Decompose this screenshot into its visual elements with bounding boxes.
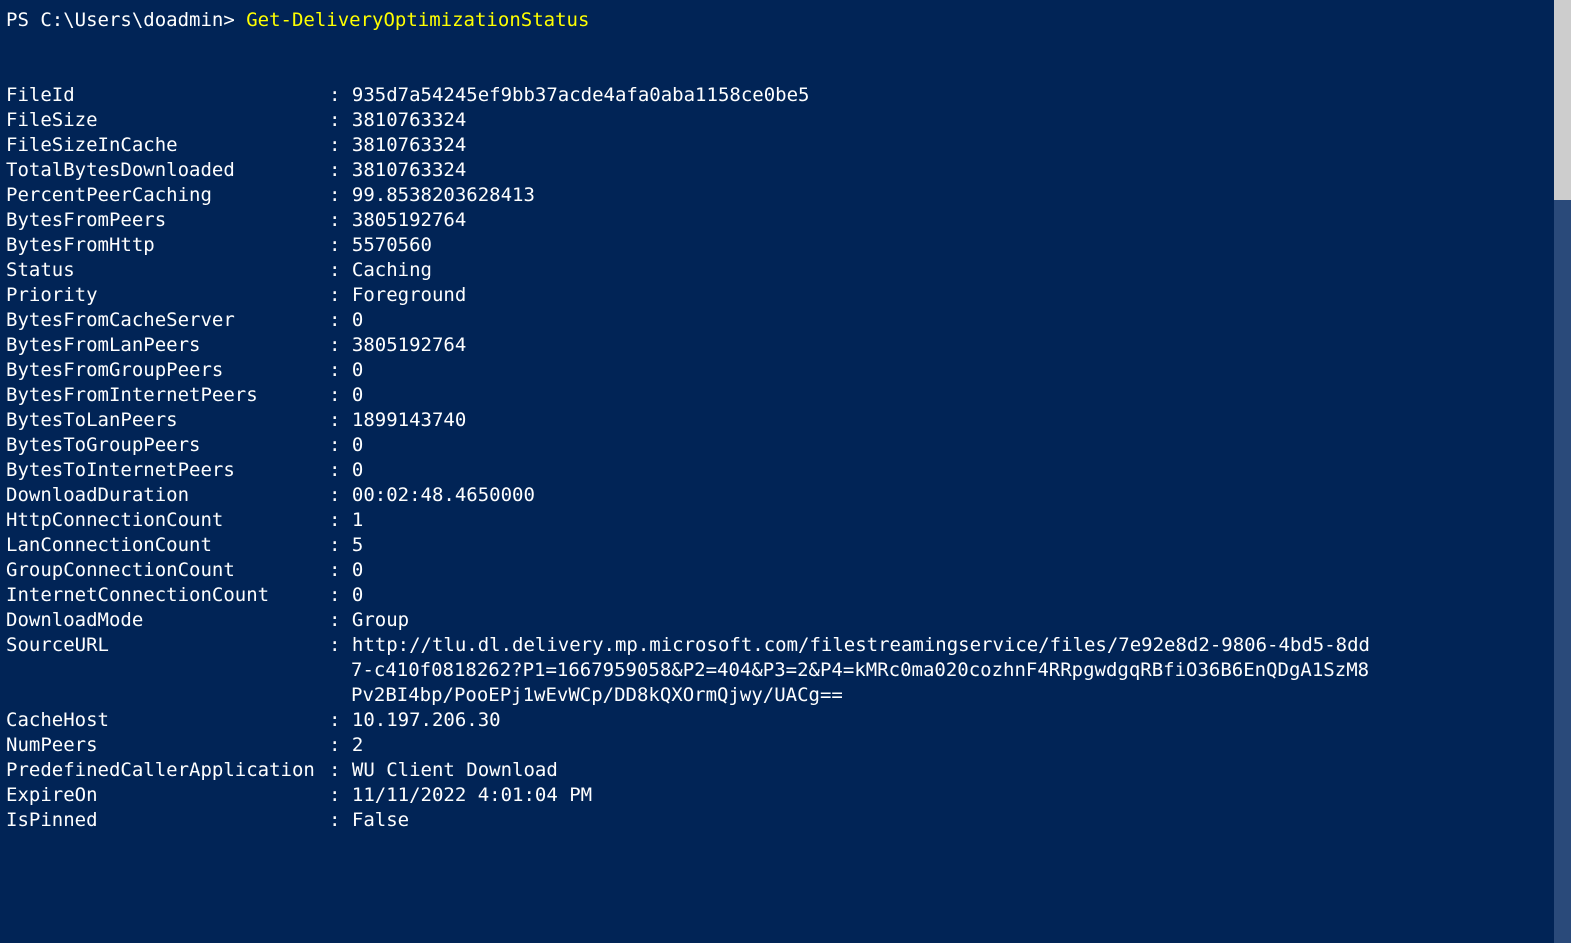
prop-value: 2	[352, 733, 363, 758]
prop-value: 3805192764	[352, 333, 466, 358]
prop-value: 0	[352, 358, 363, 383]
prop-row: BytesFromHttp: 5570560	[6, 233, 1565, 258]
prop-row: BytesToLanPeers: 1899143740	[6, 408, 1565, 433]
prop-row: FileId: 935d7a54245ef9bb37acde4afa0aba11…	[6, 83, 1565, 108]
prompt-command: Get-DeliveryOptimizationStatus	[246, 9, 589, 31]
prop-key: Priority	[6, 283, 329, 308]
prop-row: SourceURL: http://tlu.dl.delivery.mp.mic…	[6, 633, 1565, 658]
prop-row: BytesFromGroupPeers: 0	[6, 358, 1565, 383]
prop-row: PercentPeerCaching: 99.8538203628413	[6, 183, 1565, 208]
prop-key: Status	[6, 258, 329, 283]
prop-key: NumPeers	[6, 733, 329, 758]
prop-key: FileId	[6, 83, 329, 108]
prop-key: TotalBytesDownloaded	[6, 158, 329, 183]
prop-value: 5	[352, 533, 363, 558]
prop-key: IsPinned	[6, 808, 329, 833]
prop-value: 0	[352, 583, 363, 608]
prop-value: http://tlu.dl.delivery.mp.microsoft.com/…	[352, 633, 1370, 658]
prop-value: 935d7a54245ef9bb37acde4afa0aba1158ce0be5	[352, 83, 810, 108]
prop-row: ExpireOn: 11/11/2022 4:01:04 PM	[6, 783, 1565, 808]
prop-row: PredefinedCallerApplication: WU Client D…	[6, 758, 1565, 783]
prop-row: IsPinned: False	[6, 808, 1565, 833]
prop-value: 5570560	[352, 233, 432, 258]
scrollbar-thumb[interactable]	[1554, 0, 1571, 200]
prop-key: ExpireOn	[6, 783, 329, 808]
prop-key: BytesFromHttp	[6, 233, 329, 258]
prop-value: 0	[352, 383, 363, 408]
prop-key: BytesFromLanPeers	[6, 333, 329, 358]
prop-key: BytesFromGroupPeers	[6, 358, 329, 383]
prop-row: LanConnectionCount: 5	[6, 533, 1565, 558]
prop-value: Group	[352, 608, 409, 633]
prop-value: 3810763324	[352, 133, 466, 158]
prop-key: BytesToGroupPeers	[6, 433, 329, 458]
prop-row: Priority: Foreground	[6, 283, 1565, 308]
prop-value: 1899143740	[352, 408, 466, 433]
prop-value: 10.197.206.30	[352, 708, 501, 733]
prop-value: 99.8538203628413	[352, 183, 535, 208]
prop-row: BytesToGroupPeers: 0	[6, 433, 1565, 458]
prop-value: Foreground	[352, 283, 466, 308]
prop-key: PredefinedCallerApplication	[6, 758, 329, 783]
prop-row: Status: Caching	[6, 258, 1565, 283]
prop-value: Caching	[352, 258, 432, 283]
prop-key: DownloadDuration	[6, 483, 329, 508]
prop-value-continuation: 7-c410f0818262?P1=1667959058&P2=404&P3=2…	[6, 658, 1565, 683]
prompt-line[interactable]: PS C:\Users\doadmin> Get-DeliveryOptimiz…	[6, 8, 1565, 33]
prop-row: DownloadDuration: 00:02:48.4650000	[6, 483, 1565, 508]
prop-row: BytesFromCacheServer: 0	[6, 308, 1565, 333]
prop-key: DownloadMode	[6, 608, 329, 633]
prop-row: HttpConnectionCount: 1	[6, 508, 1565, 533]
prop-row: TotalBytesDownloaded: 3810763324	[6, 158, 1565, 183]
prop-value: 3805192764	[352, 208, 466, 233]
prop-key: PercentPeerCaching	[6, 183, 329, 208]
prop-row: BytesFromLanPeers: 3805192764	[6, 333, 1565, 358]
prompt-prefix: PS C:\Users\doadmin>	[6, 9, 246, 31]
prop-key: SourceURL	[6, 633, 329, 658]
prop-value: 3810763324	[352, 158, 466, 183]
prop-key: BytesFromPeers	[6, 208, 329, 233]
prop-row: CacheHost: 10.197.206.30	[6, 708, 1565, 733]
prop-row: FileSize: 3810763324	[6, 108, 1565, 133]
prop-row: BytesToInternetPeers: 0	[6, 458, 1565, 483]
prop-value: 0	[352, 558, 363, 583]
prop-key: FileSize	[6, 108, 329, 133]
prop-key: GroupConnectionCount	[6, 558, 329, 583]
prop-key: InternetConnectionCount	[6, 583, 329, 608]
prop-value: WU Client Download	[352, 758, 558, 783]
prop-value: 1	[352, 508, 363, 533]
prop-key: BytesFromInternetPeers	[6, 383, 329, 408]
prop-value: 0	[352, 458, 363, 483]
prop-value: 0	[352, 433, 363, 458]
prop-row: BytesFromPeers: 3805192764	[6, 208, 1565, 233]
prop-value: False	[352, 808, 409, 833]
command-output: FileId: 935d7a54245ef9bb37acde4afa0aba11…	[6, 83, 1565, 833]
prop-value: 3810763324	[352, 108, 466, 133]
prop-key: CacheHost	[6, 708, 329, 733]
prop-key: BytesToInternetPeers	[6, 458, 329, 483]
prop-row: GroupConnectionCount: 0	[6, 558, 1565, 583]
prop-value-continuation: Pv2BI4bp/PooEPj1wEvWCp/DD8kQXOrmQjwy/UAC…	[6, 683, 1565, 708]
prop-key: LanConnectionCount	[6, 533, 329, 558]
prop-row: NumPeers: 2	[6, 733, 1565, 758]
prop-key: FileSizeInCache	[6, 133, 329, 158]
prop-row: BytesFromInternetPeers: 0	[6, 383, 1565, 408]
prop-value: 0	[352, 308, 363, 333]
prop-key: BytesFromCacheServer	[6, 308, 329, 333]
prop-value: 11/11/2022 4:01:04 PM	[352, 783, 592, 808]
prop-key: HttpConnectionCount	[6, 508, 329, 533]
prop-row: FileSizeInCache: 3810763324	[6, 133, 1565, 158]
prop-value: 00:02:48.4650000	[352, 483, 535, 508]
prop-row: DownloadMode: Group	[6, 608, 1565, 633]
prop-row: InternetConnectionCount: 0	[6, 583, 1565, 608]
scrollbar-track[interactable]	[1554, 0, 1571, 943]
prop-key: BytesToLanPeers	[6, 408, 329, 433]
